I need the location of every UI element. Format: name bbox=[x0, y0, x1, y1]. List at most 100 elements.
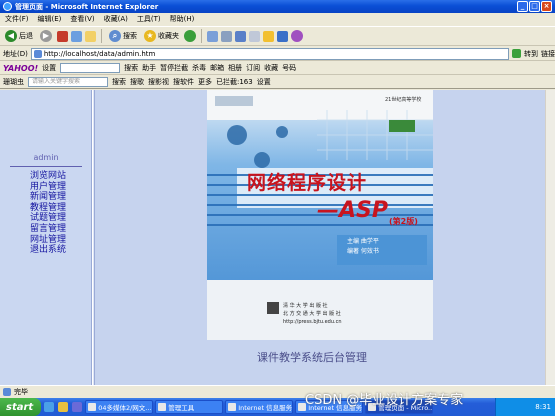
maximize-button[interactable]: □ bbox=[529, 1, 540, 12]
messenger-icon[interactable] bbox=[277, 30, 288, 42]
task-item[interactable]: Internet 信息服务 bbox=[225, 400, 294, 414]
coral-blocked: 已拦截:163 bbox=[216, 78, 253, 86]
nav-browse-site[interactable]: 浏览网站 bbox=[30, 171, 66, 182]
nav-logout[interactable]: 退出系统 bbox=[30, 245, 66, 256]
status-bar: 完毕 bbox=[0, 385, 555, 397]
status-page-icon bbox=[3, 387, 11, 396]
coralbug-brand[interactable]: 珊瑚虫 bbox=[3, 77, 24, 87]
task-label: 管理工具 bbox=[168, 404, 195, 412]
research-icon[interactable] bbox=[291, 30, 303, 42]
address-input[interactable]: http://localhost/data/admin.htm bbox=[30, 47, 510, 60]
nav-url-manage[interactable]: 网址管理 bbox=[30, 235, 66, 246]
address-bar: 地址(D) http://localhost/data/admin.htm 转到… bbox=[0, 47, 555, 61]
yahoo-favorites[interactable]: 收藏 bbox=[264, 63, 278, 73]
frame-splitter[interactable] bbox=[92, 90, 95, 385]
nav-tutorial-manage[interactable]: 教程管理 bbox=[30, 203, 66, 214]
book-publisher-2: 北 方 交 通 大 学 出 版 社 bbox=[283, 311, 341, 317]
task-icon bbox=[158, 403, 167, 411]
home-icon[interactable] bbox=[85, 30, 96, 42]
refresh-icon[interactable] bbox=[71, 30, 82, 42]
go-button[interactable]: 转到 bbox=[524, 49, 538, 59]
task-item[interactable]: 管理工具 bbox=[155, 400, 224, 414]
yahoo-block[interactable]: 暂停拦截 bbox=[160, 63, 188, 73]
book-author-1: 主编 曲学平 bbox=[347, 238, 379, 245]
print-icon[interactable] bbox=[221, 30, 232, 42]
back-button[interactable]: ◀ 后退 bbox=[3, 28, 35, 44]
standard-toolbar: ◀ 后退 ▶ ⌕ 搜索 ★ 收藏夹 bbox=[0, 26, 555, 46]
admin-title: admin bbox=[33, 153, 59, 162]
menu-help[interactable]: 帮助(H) bbox=[170, 14, 195, 24]
media-icon[interactable] bbox=[184, 30, 196, 42]
coral-search[interactable]: 搜索 bbox=[112, 77, 126, 87]
close-button[interactable]: × bbox=[541, 1, 552, 12]
task-icon bbox=[228, 403, 237, 411]
book-series-label: 21世纪高等学校 bbox=[385, 97, 422, 103]
discuss-icon[interactable] bbox=[249, 30, 260, 42]
menu-view[interactable]: 查看(V) bbox=[70, 14, 94, 24]
start-label: start bbox=[6, 401, 34, 413]
stop-icon[interactable] bbox=[57, 30, 68, 42]
task-label: Internet 信息服务 bbox=[238, 404, 293, 412]
yahoo-subscribe[interactable]: 订阅 bbox=[246, 63, 260, 73]
coral-settings[interactable]: 设置 bbox=[257, 77, 271, 87]
system-tray: 8:31 bbox=[495, 398, 555, 416]
search-button[interactable]: ⌕ 搜索 bbox=[107, 28, 139, 44]
quicklaunch-media-icon[interactable] bbox=[72, 402, 83, 412]
yahoo-logo[interactable]: YAHOO! bbox=[3, 64, 38, 73]
yahoo-search-button[interactable]: 搜索 bbox=[124, 63, 138, 73]
admin-nav: 浏览网站 用户管理 新闻管理 教程管理 试题管理 留言管理 网址管理 退出系统 bbox=[30, 171, 66, 256]
status-text: 完毕 bbox=[14, 387, 28, 396]
yahoo-plus[interactable]: 号码 bbox=[282, 63, 296, 73]
nav-exam-manage[interactable]: 试题管理 bbox=[30, 213, 66, 224]
quicklaunch-folder-icon[interactable] bbox=[58, 402, 69, 412]
address-url: http://localhost/data/admin.htm bbox=[43, 49, 156, 58]
yahoo-search-input[interactable] bbox=[60, 63, 121, 73]
book-url: http://press.bjtu.edu.cn bbox=[283, 319, 342, 325]
back-arrow-icon: ◀ bbox=[5, 30, 17, 42]
yahoo-kill[interactable]: 杀毒 bbox=[192, 63, 206, 73]
left-frame: admin 浏览网站 用户管理 新闻管理 教程管理 试题管理 留言管理 网址管理… bbox=[0, 90, 92, 385]
coral-more[interactable]: 更多 bbox=[198, 77, 212, 87]
coralbug-toolbar: 珊瑚虫 请输入关键字搜索 搜索 搜歌 搜影视 搜软件 更多 已拦截:163 设置 bbox=[0, 76, 555, 89]
coral-video[interactable]: 搜影视 bbox=[148, 77, 169, 87]
edit-icon[interactable] bbox=[235, 30, 246, 42]
yahoo-mail[interactable]: 邮箱 bbox=[210, 63, 224, 73]
yahoo-settings[interactable]: 设置 bbox=[42, 63, 56, 73]
menu-file[interactable]: 文件(F) bbox=[5, 14, 29, 24]
go-arrow-icon[interactable] bbox=[512, 49, 521, 58]
star-icon: ★ bbox=[144, 30, 156, 42]
search-icon: ⌕ bbox=[109, 30, 121, 42]
yahoo-album[interactable]: 相册 bbox=[228, 63, 242, 73]
task-item[interactable]: 04多媒体2/网文... bbox=[85, 400, 154, 414]
book-publisher: 清 华 大 学 出 版 社 bbox=[283, 303, 328, 309]
forward-button[interactable]: ▶ bbox=[38, 28, 54, 44]
minimize-button[interactable]: _ bbox=[517, 1, 528, 12]
keyword-input[interactable]: 请输入关键字搜索 bbox=[28, 77, 108, 87]
vertical-scrollbar[interactable] bbox=[545, 90, 555, 385]
yahoo-toolbar: YAHOO! 设置 搜索 助手 暂停拦截 杀毒 邮箱 相册 订阅 收藏 号码 bbox=[0, 62, 555, 75]
mail-icon[interactable] bbox=[207, 30, 218, 42]
folder-icon[interactable] bbox=[263, 30, 274, 42]
coral-software[interactable]: 搜软件 bbox=[173, 77, 194, 87]
yahoo-help[interactable]: 助手 bbox=[142, 63, 156, 73]
nav-message-manage[interactable]: 留言管理 bbox=[30, 224, 66, 235]
quicklaunch-ie-icon[interactable] bbox=[44, 402, 55, 412]
links-label[interactable]: 链接 bbox=[541, 49, 555, 59]
task-icon bbox=[88, 403, 97, 411]
nav-news-manage[interactable]: 新闻管理 bbox=[30, 192, 66, 203]
menu-bar: 文件(F) 编辑(E) 查看(V) 收藏(A) 工具(T) 帮助(H) bbox=[0, 13, 555, 25]
nav-user-manage[interactable]: 用户管理 bbox=[30, 182, 66, 193]
book-cover-image: 21世纪高等学校 网络程序设计 —ASP (第2版) 主编 曲学平 编著 何效书… bbox=[207, 90, 433, 340]
start-button[interactable]: start bbox=[0, 398, 42, 416]
favorites-button[interactable]: ★ 收藏夹 bbox=[142, 28, 181, 44]
page-caption: 课件教学系统后台管理 bbox=[257, 351, 367, 364]
watermark: CSDN @毕业设计方案专家 bbox=[305, 393, 464, 408]
task-label: 04多媒体2/网文... bbox=[98, 404, 152, 412]
menu-tools[interactable]: 工具(T) bbox=[137, 14, 161, 24]
menu-favorites[interactable]: 收藏(A) bbox=[104, 14, 128, 24]
clock[interactable]: 8:31 bbox=[535, 403, 551, 411]
menu-edit[interactable]: 编辑(E) bbox=[38, 14, 62, 24]
coral-music[interactable]: 搜歌 bbox=[130, 77, 144, 87]
windows-taskbar: start 04多媒体2/网文... 管理工具 Internet 信息服务 In… bbox=[0, 398, 555, 416]
ie-logo-icon bbox=[3, 2, 12, 11]
